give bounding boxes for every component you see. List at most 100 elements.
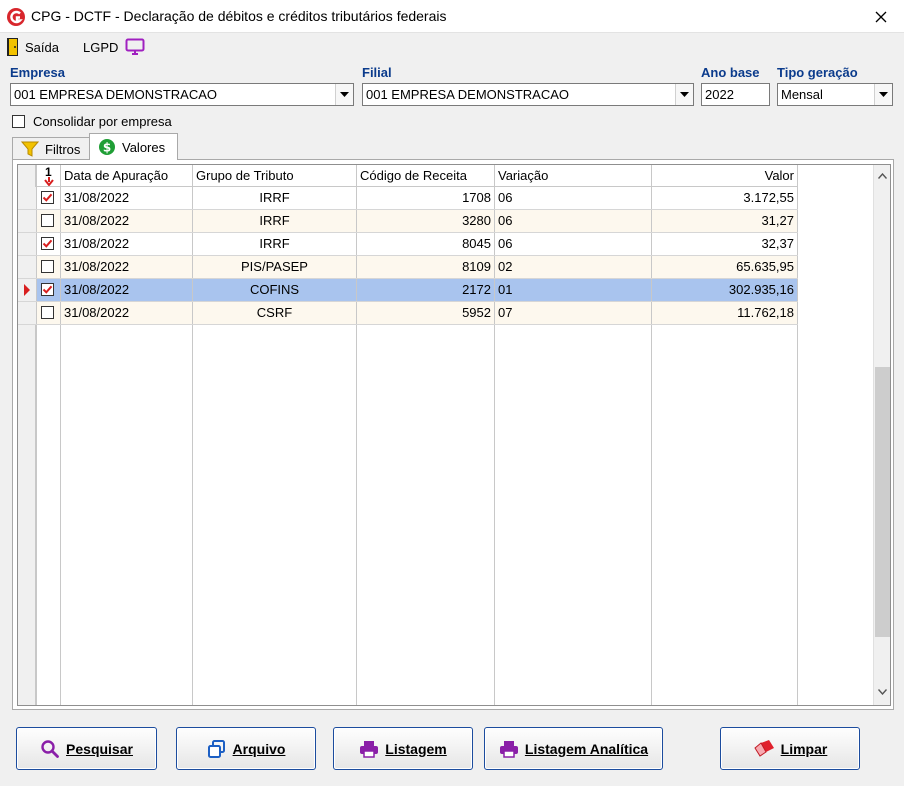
vertical-scrollbar[interactable] (873, 165, 890, 705)
cell-data: 31/08/2022 (61, 233, 193, 255)
row-indicator[interactable] (18, 279, 37, 301)
dollar-icon: $ (99, 139, 115, 155)
cell-variacao: 02 (495, 256, 652, 278)
menu-saida-label: Saída (25, 39, 59, 55)
listagem-button[interactable]: Listagem (333, 727, 473, 770)
cell-data: 31/08/2022 (61, 210, 193, 232)
row-checkbox-cell[interactable] (37, 210, 61, 232)
row-checkbox-cell[interactable] (37, 302, 61, 324)
ano-base-label: Ano base (701, 65, 760, 80)
tipo-geracao-select[interactable]: Mensal (777, 83, 893, 106)
row-checkbox-cell[interactable] (37, 279, 61, 301)
menu-bar: Saída LGPD (0, 34, 904, 58)
empresa-select[interactable]: 001 EMPRESA DEMONSTRACAO (10, 83, 354, 106)
pesquisar-button[interactable]: Pesquisar (16, 727, 157, 770)
limpar-button[interactable]: Limpar (720, 727, 860, 770)
checkmark-icon (42, 239, 53, 248)
table-row[interactable]: 31/08/2022 COFINS 2172 01 302.935,16 (18, 279, 798, 302)
tab-filtros-label: Filtros (45, 141, 81, 157)
menu-lgpd[interactable]: LGPD (83, 37, 145, 57)
exit-door-icon (7, 38, 18, 56)
table-row[interactable]: 31/08/2022 IRRF 1708 06 3.172,55 (18, 187, 798, 210)
close-icon (875, 11, 887, 22)
row-indicator[interactable] (18, 187, 37, 209)
row-indicator[interactable] (18, 233, 37, 255)
chevron-down-icon[interactable] (874, 84, 892, 105)
row-checkbox[interactable] (41, 306, 54, 319)
menu-lgpd-label: LGPD (83, 39, 119, 55)
scrollbar-thumb[interactable] (875, 367, 890, 637)
chevron-down-icon[interactable] (675, 84, 693, 105)
cell-variacao: 01 (495, 279, 652, 301)
row-checkbox[interactable] (41, 214, 54, 227)
current-row-arrow-icon (24, 284, 30, 296)
grid-header: 1 Data de Apuração Grupo de Tributo Códi… (18, 165, 798, 187)
cell-data: 31/08/2022 (61, 256, 193, 278)
cell-valor: 3.172,55 (652, 187, 798, 209)
monitor-icon (125, 38, 145, 55)
arquivo-button[interactable]: Arquivo (176, 727, 316, 770)
consolidar-row[interactable]: Consolidar por empresa (12, 114, 172, 129)
cell-data: 31/08/2022 (61, 187, 193, 209)
listagem-label: Listagem (385, 740, 447, 757)
cell-codigo: 5952 (357, 302, 495, 324)
title-bar: CPG - DCTF - Declaração de débitos e cré… (0, 0, 904, 33)
table-row[interactable]: 31/08/2022 CSRF 5952 07 11.762,18 (18, 302, 798, 325)
row-checkbox-cell[interactable] (37, 233, 61, 255)
cell-grupo: COFINS (193, 279, 357, 301)
table-row[interactable]: 31/08/2022 IRRF 3280 06 31,27 (18, 210, 798, 233)
close-button[interactable] (858, 0, 904, 33)
row-indicator[interactable] (18, 256, 37, 278)
listagem-analitica-button[interactable]: Listagem Analítica (484, 727, 663, 770)
menu-saida[interactable]: Saída (6, 37, 59, 57)
row-checkbox[interactable] (41, 260, 54, 273)
scroll-up-icon[interactable] (878, 173, 887, 179)
chevron-down-icon[interactable] (335, 84, 353, 105)
window-title: CPG - DCTF - Declaração de débitos e cré… (31, 8, 447, 24)
cell-variacao: 06 (495, 187, 652, 209)
checkbox-header[interactable]: 1 (37, 165, 61, 187)
cell-grupo: IRRF (193, 187, 357, 209)
row-indicator[interactable] (18, 302, 37, 324)
checkmark-icon (42, 285, 53, 294)
row-checkbox[interactable] (41, 237, 54, 250)
checkmark-icon (42, 193, 53, 202)
search-icon (41, 739, 59, 758)
consolidar-checkbox[interactable] (12, 115, 25, 128)
cell-codigo: 3280 (357, 210, 495, 232)
col-header-valor[interactable]: Valor (652, 165, 798, 187)
table-row[interactable]: 31/08/2022 IRRF 8045 06 32,37 (18, 233, 798, 256)
cell-codigo: 8045 (357, 233, 495, 255)
filter-funnel-icon (21, 141, 39, 157)
tab-filtros[interactable]: Filtros (12, 137, 90, 160)
tipo-geracao-label: Tipo geração (777, 65, 858, 80)
row-checkbox-cell[interactable] (37, 256, 61, 278)
printer-icon (499, 740, 518, 758)
valores-grid[interactable]: 1 Data de Apuração Grupo de Tributo Códi… (17, 164, 891, 706)
row-checkbox[interactable] (41, 191, 54, 204)
valores-panel: 1 Data de Apuração Grupo de Tributo Códi… (12, 159, 894, 710)
table-row[interactable]: 31/08/2022 PIS/PASEP 8109 02 65.635,95 (18, 256, 798, 279)
printer-icon (360, 740, 379, 758)
row-checkbox-cell[interactable] (37, 187, 61, 209)
cell-valor: 32,37 (652, 233, 798, 255)
cell-variacao: 06 (495, 233, 652, 255)
col-header-grupo[interactable]: Grupo de Tributo (193, 165, 357, 187)
filial-select[interactable]: 001 EMPRESA DEMONSTRACAO (362, 83, 694, 106)
scroll-down-icon[interactable] (878, 689, 887, 695)
cell-codigo: 2172 (357, 279, 495, 301)
consolidar-label: Consolidar por empresa (33, 114, 172, 129)
cell-grupo: IRRF (193, 233, 357, 255)
col-header-data[interactable]: Data de Apuração (61, 165, 193, 187)
tab-valores[interactable]: $ Valores (89, 133, 178, 160)
app-logo-icon (7, 8, 25, 26)
row-checkbox[interactable] (41, 283, 54, 296)
svg-text:$: $ (103, 141, 111, 155)
col-header-codigo[interactable]: Código de Receita (357, 165, 495, 187)
col-header-variacao[interactable]: Variação (495, 165, 652, 187)
cell-codigo: 8109 (357, 256, 495, 278)
row-indicator[interactable] (18, 210, 37, 232)
ano-base-input[interactable]: 2022 (701, 83, 770, 106)
tab-valores-label: Valores (122, 139, 166, 155)
eraser-icon (754, 739, 774, 757)
